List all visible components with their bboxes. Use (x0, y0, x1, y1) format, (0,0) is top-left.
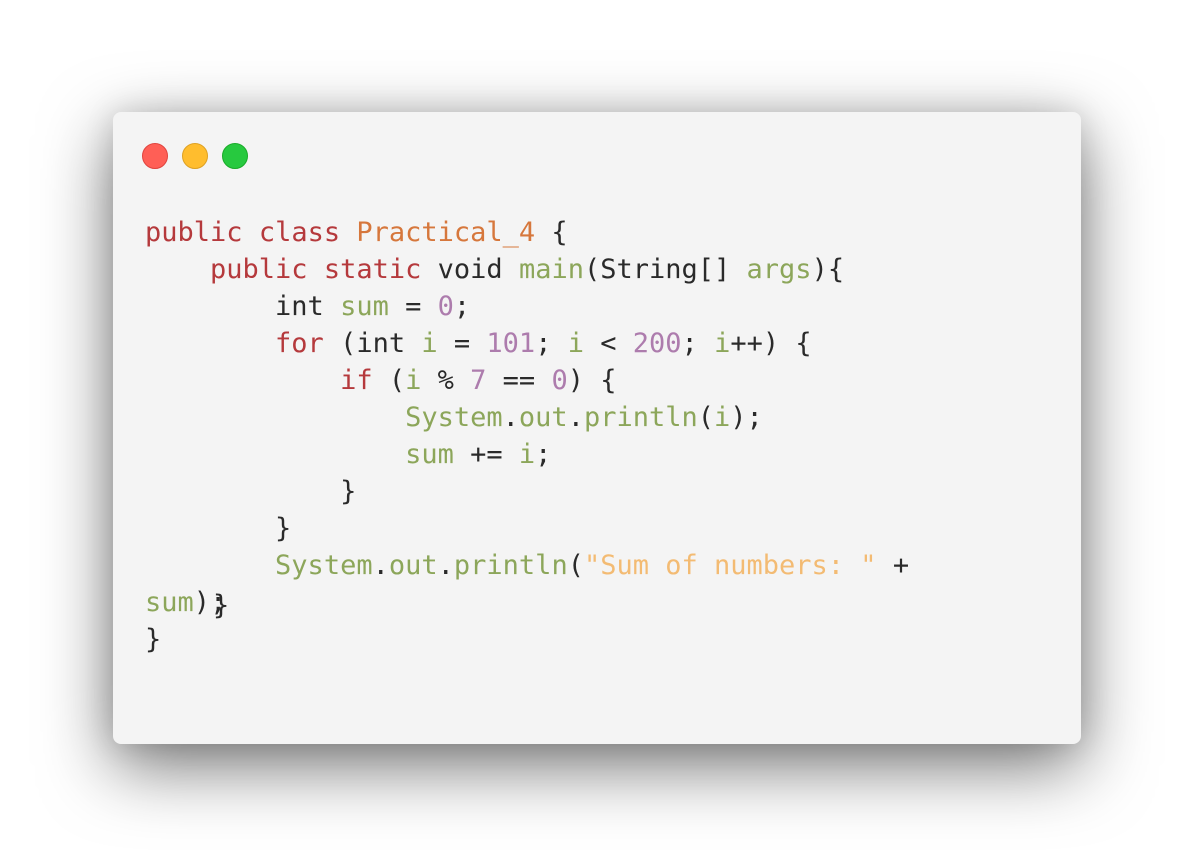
code-token: . (437, 550, 454, 581)
overlapping-glyphs: ;} (210, 587, 229, 621)
code-token: ++) { (730, 328, 812, 359)
code-token: i (714, 328, 731, 359)
close-window-button[interactable] (142, 143, 168, 169)
code-line: public class Practical_4 { (145, 214, 909, 251)
code-token: main (518, 254, 584, 285)
code-line: if (i % 7 == 0) { (145, 362, 909, 399)
code-line: public static void main(String[] args){ (145, 251, 909, 288)
code-token: args (746, 254, 812, 285)
code-line: System.out.println(i); (145, 399, 909, 436)
code-token: if (340, 365, 373, 396)
code-token: i (714, 402, 731, 433)
code-token-overlap: } (213, 590, 230, 621)
code-token: ) { (567, 365, 617, 396)
code-token: ){ (811, 254, 845, 285)
code-token: System (275, 550, 373, 581)
code-window: public class Practical_4 { public static… (113, 112, 1081, 744)
code-token: ( (567, 550, 584, 581)
code-token: } (145, 476, 357, 507)
code-token: ; (535, 439, 552, 470)
code-token: + (876, 550, 910, 581)
code-token: Practical_4 (356, 217, 536, 248)
code-block: public class Practical_4 { public static… (145, 214, 909, 658)
code-token: ); (730, 402, 763, 433)
code-token: ; (681, 328, 715, 359)
code-token: (int (323, 328, 422, 359)
code-token: { (535, 217, 568, 248)
code-token: 200 (632, 328, 682, 359)
code-token: public (210, 254, 308, 285)
code-token: ( (372, 365, 406, 396)
code-token: sum (405, 439, 454, 470)
code-token: % (421, 365, 471, 396)
code-line: } (145, 621, 909, 658)
code-line: for (int i = 101; i < 200; i++) { (145, 325, 909, 362)
code-token: 0 (551, 365, 568, 396)
code-token: out (388, 550, 438, 581)
code-token: 7 (470, 365, 487, 396)
code-line: int sum = 0; (145, 288, 909, 325)
minimize-window-button[interactable] (182, 143, 208, 169)
code-token: == (486, 365, 552, 396)
code-token: . (502, 402, 519, 433)
code-token: i (567, 328, 584, 359)
code-token: ; (453, 291, 471, 322)
code-token: < (583, 328, 633, 359)
code-token: = (388, 291, 438, 322)
code-token: println (453, 550, 568, 581)
code-token: class (258, 217, 341, 248)
code-token: . (372, 550, 389, 581)
code-token: i (421, 328, 438, 359)
code-line: sum);} (145, 584, 909, 621)
code-token: = (437, 328, 487, 359)
code-line: System.out.println("Sum of numbers: " + (145, 547, 909, 584)
code-token: } (145, 513, 292, 544)
code-token: sum (340, 291, 389, 322)
code-token: ) (193, 587, 211, 618)
code-token: int (145, 291, 341, 322)
code-token: 101 (486, 328, 536, 359)
code-token: "Sum of numbers: " (583, 550, 877, 581)
code-token: System (405, 402, 503, 433)
code-token: += (453, 439, 519, 470)
code-token: . (567, 402, 584, 433)
code-token: sum (145, 587, 194, 618)
code-token: void (421, 254, 519, 285)
code-token: (String[] (583, 254, 747, 285)
code-token: println (583, 402, 698, 433)
code-token: } (145, 624, 162, 655)
code-line: sum += i; (145, 436, 909, 473)
code-token: 0 (437, 291, 454, 322)
maximize-window-button[interactable] (222, 143, 248, 169)
code-line: } (145, 473, 909, 510)
code-token: out (518, 402, 568, 433)
code-line: } (145, 510, 909, 547)
code-token: i (518, 439, 536, 470)
code-token: for (275, 328, 324, 359)
code-token: public (145, 217, 243, 248)
code-token: i (405, 365, 422, 396)
code-token: static (323, 254, 422, 285)
code-token: ; (535, 328, 568, 359)
code-token: ( (697, 402, 715, 433)
